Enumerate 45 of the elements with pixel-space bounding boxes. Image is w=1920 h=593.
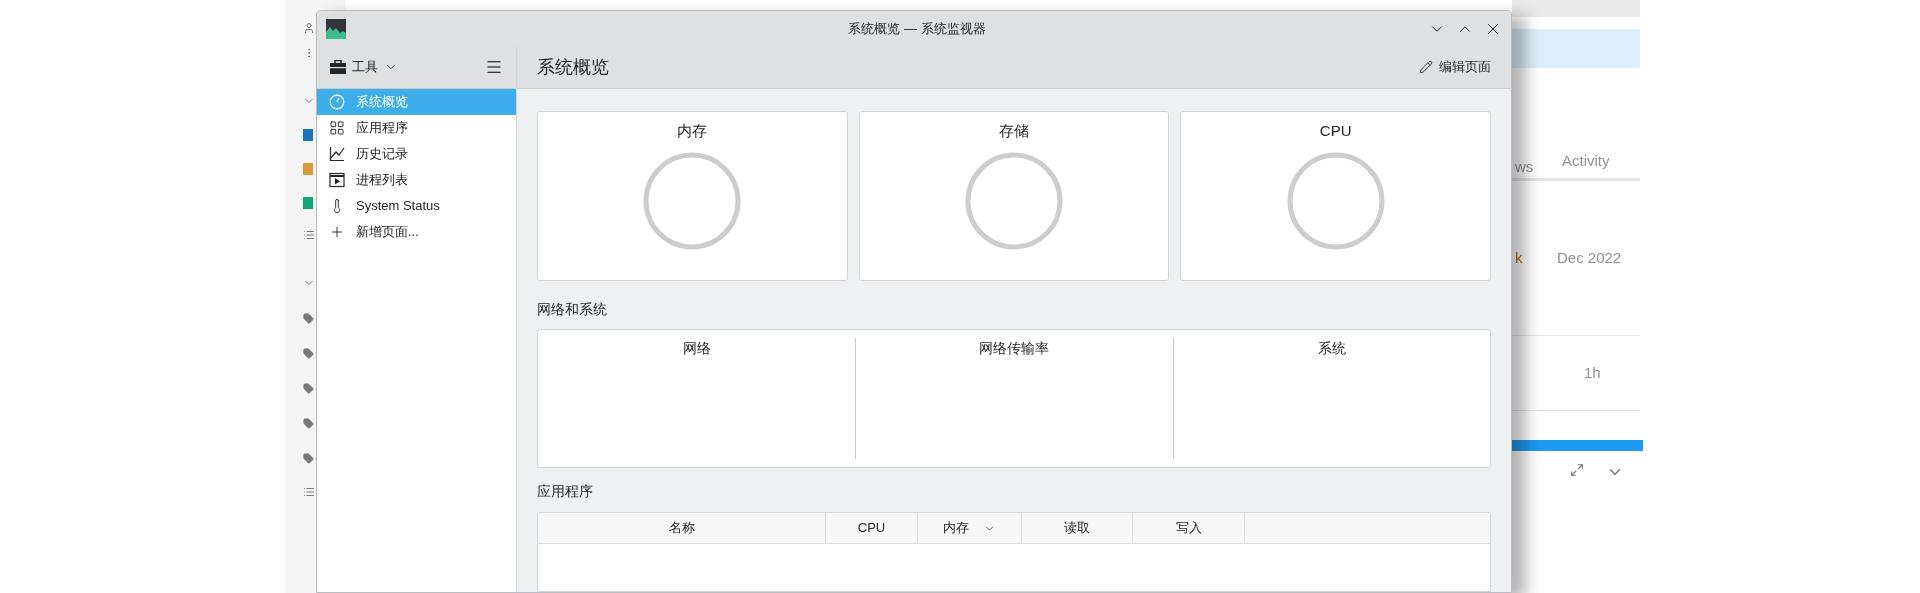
column-header: Activity <box>1562 150 1610 171</box>
column-header: ws <box>1514 156 1535 177</box>
app-icon <box>326 18 346 39</box>
list-icon <box>303 229 315 241</box>
grid-icon <box>329 120 345 136</box>
panel-title: 网络 <box>682 339 711 358</box>
tag-icon <box>303 313 314 324</box>
list-icon <box>303 486 315 498</box>
sidebar-item[interactable]: 应用程序 <box>317 115 516 141</box>
pencil-icon <box>1419 60 1433 74</box>
window-play-icon <box>329 172 345 188</box>
page-title: 系统概览 <box>537 55 609 79</box>
panel-title: 网络传输率 <box>979 339 1050 358</box>
panel-title: 系统 <box>1317 339 1346 358</box>
column-header[interactable]: 内存 <box>918 513 1022 543</box>
section-heading: 网络和系统 <box>537 300 608 319</box>
menu-icon[interactable] <box>485 58 503 76</box>
tag-icon <box>303 453 314 464</box>
sidebar-item[interactable]: 新增页面... <box>317 219 516 245</box>
edit-page-button[interactable]: 编辑页面 <box>1419 57 1491 77</box>
section-heading: 应用程序 <box>537 482 594 501</box>
column-header[interactable]: 写入 <box>1133 513 1245 543</box>
tools-menu-button[interactable]: 工具 <box>330 57 398 77</box>
column-header[interactable]: 名称 <box>538 513 826 543</box>
column-header[interactable]: 读取 <box>1022 513 1133 543</box>
sidebar-item[interactable]: 历史记录 <box>317 141 516 167</box>
card-title: CPU <box>1319 121 1352 141</box>
table-cell-text: Dec 2022 <box>1557 247 1622 268</box>
table-cell-text: 1h <box>1584 362 1601 383</box>
line-chart-icon <box>329 146 345 162</box>
table-cell-text: k <box>1514 247 1524 268</box>
expand-icon[interactable] <box>1570 463 1584 477</box>
column-header[interactable]: CPU <box>826 513 918 543</box>
toolbox-icon <box>330 60 346 74</box>
gauge-icon <box>329 94 345 110</box>
tag-icon <box>303 383 314 394</box>
plus-icon <box>329 224 345 240</box>
tag-icon <box>303 348 314 359</box>
user-icon <box>303 22 315 34</box>
tag-icon <box>303 418 314 429</box>
window-title: 系统概览 — 系统监视器 <box>847 19 987 38</box>
card-title: 内存 <box>677 121 708 141</box>
sidebar-item[interactable]: 进程列表 <box>317 167 516 193</box>
sidebar-item[interactable]: System Status <box>317 193 516 219</box>
card-title: 存储 <box>999 121 1029 141</box>
